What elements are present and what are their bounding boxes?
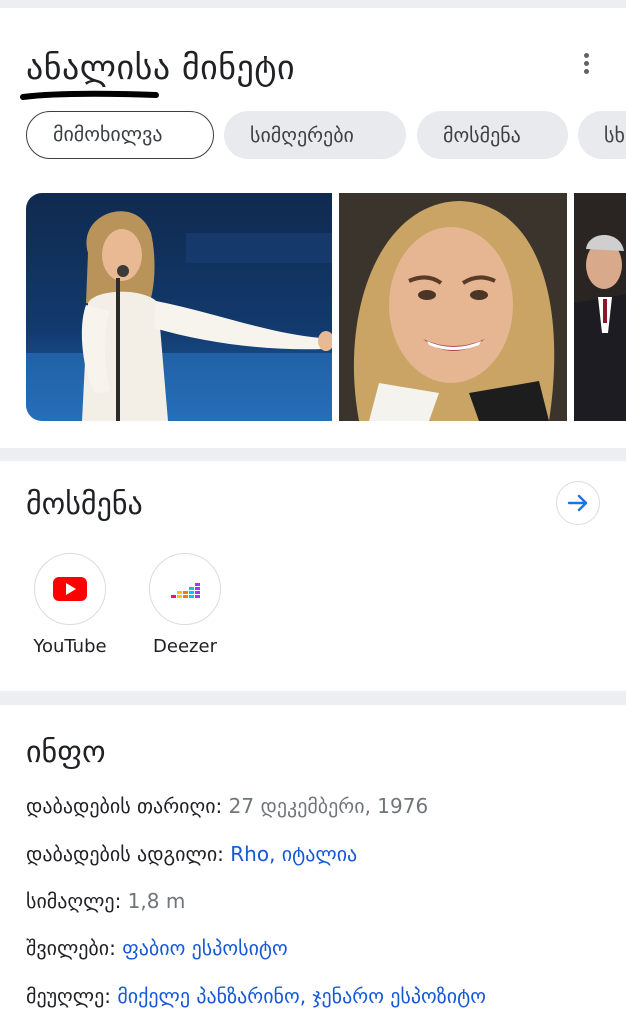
info-key: დაბადების თარიღი: (26, 794, 223, 818)
youtube-icon (34, 553, 106, 625)
info-row-birth-place: დაბადების ადგილი: Rho, იტალია (26, 842, 357, 866)
info-key: მეუღლე: (26, 984, 111, 1008)
info-row-height: სიმაღლე: 1,8 m (26, 889, 185, 913)
chip-songs[interactable]: სიმღერები (224, 111, 406, 159)
info-link[interactable]: მიქელე პანზარინო, ჯენარო ესპოზიტო (117, 984, 486, 1008)
chip-overview[interactable]: მიმოხილვა (26, 111, 214, 159)
listen-card: მოსმენა YouTube Deezer (0, 461, 626, 691)
source-label-deezer: Deezer (153, 636, 217, 657)
info-link[interactable]: ფაბიო ესპოსიტო (122, 936, 288, 960)
more-vert-icon[interactable] (578, 50, 596, 78)
info-value: 1,8 m (127, 889, 186, 913)
source-label-youtube: YouTube (33, 636, 107, 657)
info-link[interactable]: Rho, იტალია (230, 842, 357, 866)
info-card: ინფო დაბადების თარიღი: 27 დეკემბერი, 197… (0, 705, 626, 1035)
info-value: 27 დეკემბერი, 1976 (228, 794, 429, 818)
info-row-spouse: მეუღლე: მიქელე პანზარინო, ჯენარო ესპოზიტ… (26, 984, 486, 1008)
chip-listen[interactable]: მოსმენა (417, 111, 568, 159)
chip-more[interactable]: სხ (578, 111, 626, 159)
info-section-title: ინფო (26, 735, 106, 770)
image-man-in-suit[interactable] (574, 193, 626, 421)
arrow-right-icon[interactable] (556, 481, 600, 525)
info-key: შვილები: (26, 936, 116, 960)
handwritten-underline (20, 90, 159, 100)
chip-row: მიმოხილვა სიმღერები მოსმენა სხ (26, 111, 626, 161)
source-youtube[interactable]: YouTube (24, 553, 116, 657)
info-key: სიმაღლე: (26, 889, 122, 913)
image-portrait[interactable] (339, 193, 567, 421)
source-deezer[interactable]: Deezer (139, 553, 231, 657)
deezer-icon (149, 553, 221, 625)
image-stage-performance[interactable] (26, 193, 332, 421)
listen-section-title: მოსმენა (26, 487, 143, 522)
info-row-birth-date: დაბადების თარიღი: 27 დეკემბერი, 1976 (26, 794, 428, 818)
entity-title: ანალისა მინეტი (26, 48, 296, 88)
info-row-children: შვილები: ფაბიო ესპოსიტო (26, 936, 288, 960)
entity-header-card: ანალისა მინეტი მიმოხილვა სიმღერები მოსმე… (0, 8, 626, 448)
info-key: დაბადების ადგილი: (26, 842, 224, 866)
